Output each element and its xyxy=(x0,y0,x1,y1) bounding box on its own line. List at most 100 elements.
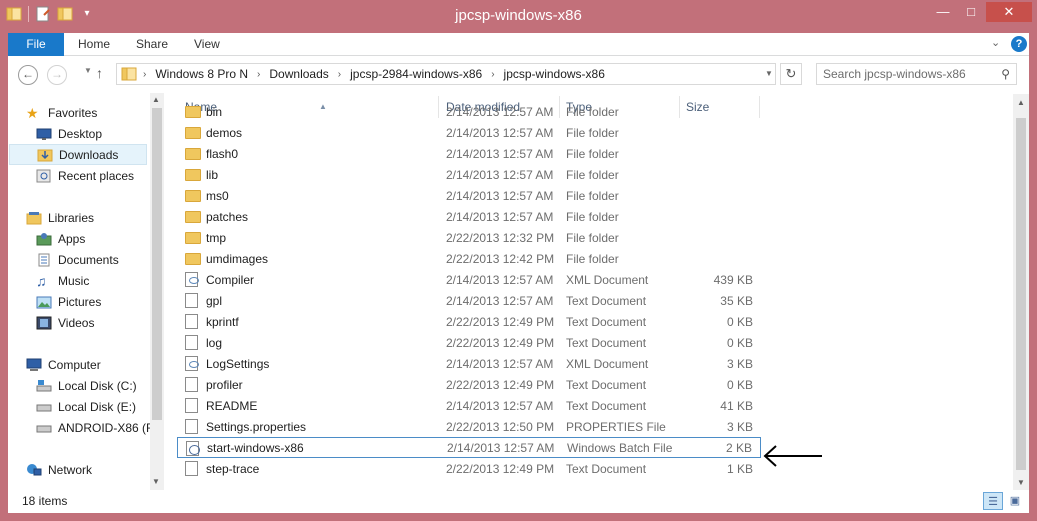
file-row[interactable]: flash0 2/14/2013 12:57 AM File folder xyxy=(177,143,761,164)
computer-icon xyxy=(26,358,42,371)
xml-file-icon xyxy=(185,356,199,371)
file-row[interactable]: profiler 2/22/2013 12:49 PM Text Document 0… xyxy=(177,374,761,395)
navigation-pane: ★ Favorites Desktop Downloads Recent pla… xyxy=(8,91,165,490)
file-icon xyxy=(185,419,198,434)
file-row[interactable]: kprintf 2/22/2013 12:49 PM Text Document 0 … xyxy=(177,311,761,332)
item-count: 18 items xyxy=(22,494,68,508)
recent-locations-dropdown-icon[interactable]: ▼ xyxy=(84,66,92,75)
nav-libraries[interactable]: Libraries xyxy=(26,207,166,228)
recent-places-icon xyxy=(36,169,51,182)
maximize-button[interactable]: □ xyxy=(958,2,984,22)
file-size: 3 KB xyxy=(726,356,753,371)
window-title: jpcsp-windows-x86 xyxy=(455,7,582,24)
scroll-up-icon[interactable]: ▲ xyxy=(152,95,160,104)
file-list-scrollbar[interactable]: ▲ ▼ xyxy=(1013,94,1029,490)
file-name: Settings.properties xyxy=(206,419,307,434)
close-button[interactable]: ✕ xyxy=(986,2,1032,22)
scroll-down-icon[interactable]: ▼ xyxy=(152,477,160,486)
file-date: 2/22/2013 12:49 PM xyxy=(446,335,555,350)
file-size: 0 KB xyxy=(726,377,753,392)
expand-ribbon-chevron-icon[interactable]: ⌄ xyxy=(991,36,1000,49)
file-row[interactable]: step-trace 2/22/2013 12:49 PM Text Documen… xyxy=(177,458,761,479)
file-type: Text Document xyxy=(566,377,647,392)
file-type: Text Document xyxy=(566,314,647,329)
back-button[interactable]: ← xyxy=(18,65,38,85)
file-date: 2/14/2013 12:57 AM xyxy=(446,146,554,161)
file-row[interactable]: ms0 2/14/2013 12:57 AM File folder xyxy=(177,185,761,206)
file-date: 2/14/2013 12:57 AM xyxy=(447,440,555,455)
file-row[interactable]: gpl 2/14/2013 12:57 AM Text Document 35 KB xyxy=(177,290,761,311)
breadcrumb-item[interactable]: Windows 8 Pro N xyxy=(155,67,248,81)
breadcrumb-separator-icon[interactable]: › xyxy=(338,69,341,80)
file-row[interactable]: tmp 2/22/2013 12:32 PM File folder xyxy=(177,227,761,248)
file-size: 2 KB xyxy=(725,440,752,455)
minimize-button[interactable]: — xyxy=(930,2,956,22)
file-row[interactable]: log 2/22/2013 12:49 PM Text Document 0 KB xyxy=(177,332,761,353)
file-row[interactable]: umdimages 2/22/2013 12:42 PM File folder xyxy=(177,248,761,269)
breadcrumb-separator-icon[interactable]: › xyxy=(143,69,146,80)
file-type: File folder xyxy=(566,125,619,140)
search-input[interactable]: Search jpcsp-windows-x86 ⚲ xyxy=(816,63,1017,85)
breadcrumb-item[interactable]: jpcsp-windows-x86 xyxy=(504,67,605,81)
large-icons-view-button[interactable]: ▣ xyxy=(1005,492,1025,510)
file-row[interactable]: patches 2/14/2013 12:57 AM File folder xyxy=(177,206,761,227)
file-name: lib xyxy=(206,167,219,182)
file-row[interactable]: start-windows-x86 2/14/2013 12:57 AM Windo… xyxy=(177,437,761,458)
breadcrumb-item[interactable]: Downloads xyxy=(269,67,328,81)
title-bar: ▾ jpcsp-windows-x86 — □ ✕ xyxy=(0,0,1037,33)
nav-label: Network xyxy=(48,462,93,477)
breadcrumb-separator-icon[interactable]: › xyxy=(257,69,260,80)
tab-share[interactable]: Share xyxy=(136,33,168,56)
file-type: File folder xyxy=(566,146,619,161)
file-list: Name ▲ Date modified Type Size bin 2/14/2… xyxy=(165,91,1029,490)
nav-label: Favorites xyxy=(48,105,98,120)
nav-label: Recent places xyxy=(58,168,135,183)
forward-button[interactable]: → xyxy=(47,65,67,85)
address-bar[interactable]: › Windows 8 Pro N › Downloads › jpcsp-29… xyxy=(116,63,776,85)
file-row[interactable]: Compiler 2/14/2013 12:57 AM XML Document 43… xyxy=(177,269,761,290)
file-row[interactable]: lib 2/14/2013 12:57 AM File folder xyxy=(177,164,761,185)
file-name: profiler xyxy=(206,377,243,392)
nav-scroll-thumb[interactable] xyxy=(152,108,162,420)
help-icon[interactable]: ? xyxy=(1011,36,1027,52)
folder-icon xyxy=(185,211,201,223)
tab-file[interactable]: File xyxy=(8,33,64,56)
file-size: 1 KB xyxy=(726,461,753,476)
file-row[interactable]: LogSettings 2/14/2013 12:57 AM XML Documen… xyxy=(177,353,761,374)
file-date: 2/14/2013 12:57 AM xyxy=(446,272,554,287)
tab-home[interactable]: Home xyxy=(78,33,110,56)
nav-item-downloads[interactable]: Downloads xyxy=(9,144,147,165)
scroll-up-icon[interactable]: ▲ xyxy=(1017,98,1025,107)
up-button[interactable]: ↑ xyxy=(96,65,103,81)
file-row[interactable]: README 2/14/2013 12:57 AM Text Document 41 … xyxy=(177,395,761,416)
downloads-icon xyxy=(37,149,53,161)
file-row[interactable]: Settings.properties 2/22/2013 12:50 PM PRO… xyxy=(177,416,761,437)
file-date: 2/14/2013 12:57 AM xyxy=(446,188,554,203)
details-view-button[interactable]: ☰ xyxy=(983,492,1003,510)
file-scroll-thumb[interactable] xyxy=(1016,118,1026,470)
search-icon: ⚲ xyxy=(1001,67,1010,81)
scroll-down-icon[interactable]: ▼ xyxy=(1017,478,1025,487)
file-type: File folder xyxy=(566,251,619,266)
search-placeholder: Search jpcsp-windows-x86 xyxy=(823,67,966,81)
address-dropdown-icon[interactable]: ▼ xyxy=(765,69,773,78)
file-type: File folder xyxy=(566,230,619,245)
file-date: 2/22/2013 12:49 PM xyxy=(446,314,555,329)
nav-scrollbar[interactable]: ▲ ▼ xyxy=(150,93,164,490)
text-file-icon xyxy=(185,377,198,392)
file-row[interactable]: bin 2/14/2013 12:57 AM File folder xyxy=(177,101,761,122)
batch-file-icon xyxy=(186,441,200,456)
breadcrumb-item[interactable]: jpcsp-2984-windows-x86 xyxy=(350,67,482,81)
nav-item-android-x86[interactable]: ANDROID-X86 (F xyxy=(36,417,150,438)
file-date: 2/14/2013 12:57 AM xyxy=(446,356,554,371)
nav-computer[interactable]: Computer xyxy=(26,354,166,375)
file-row[interactable]: demos 2/14/2013 12:57 AM File folder xyxy=(177,122,761,143)
tab-view[interactable]: View xyxy=(194,33,220,56)
nav-favorites[interactable]: ★ Favorites xyxy=(26,102,166,123)
nav-network[interactable]: Network xyxy=(26,459,166,480)
file-name: demos xyxy=(206,125,243,140)
file-date: 2/22/2013 12:42 PM xyxy=(446,251,555,266)
file-date: 2/14/2013 12:57 AM xyxy=(446,167,554,182)
refresh-button[interactable]: ↻ xyxy=(780,63,802,85)
breadcrumb-separator-icon[interactable]: › xyxy=(491,69,494,80)
